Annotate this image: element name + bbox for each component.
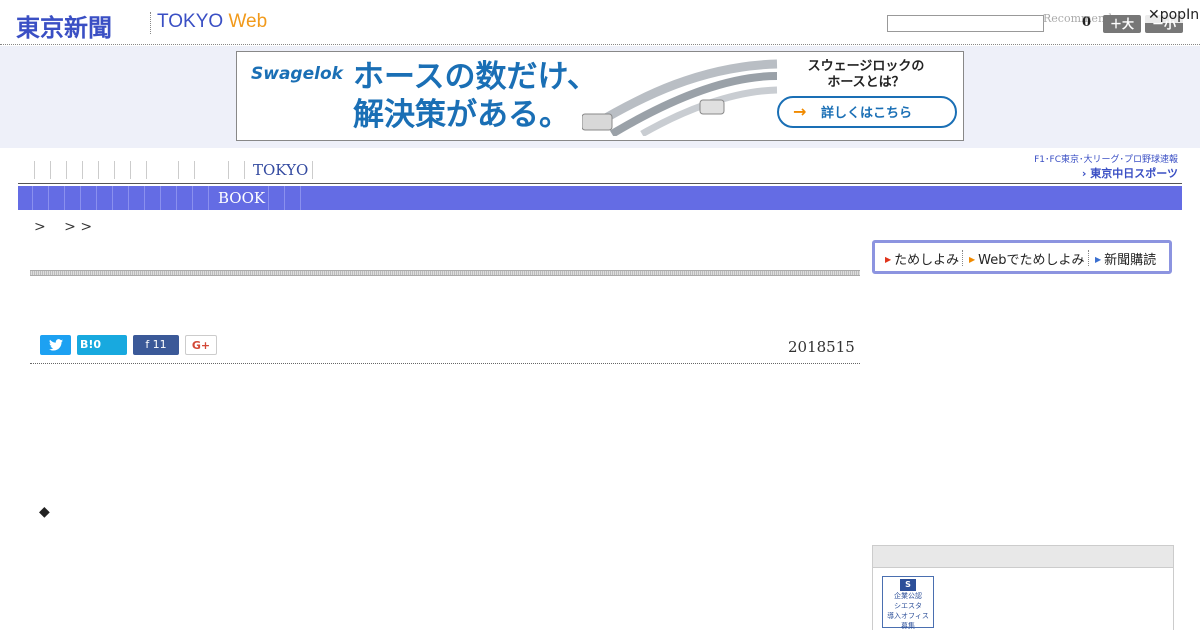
twitter-icon xyxy=(48,339,63,351)
banner-ad[interactable]: Swagelok ホースの数だけ、 解決策がある。 スウェージロックの ホースと… xyxy=(236,51,964,141)
triangle-right-icon: ▶ xyxy=(969,255,976,264)
subnav-item[interactable] xyxy=(160,186,161,210)
triangle-right-icon: ▶ xyxy=(885,255,892,264)
logo-separator xyxy=(150,12,151,34)
article-date: 2018515 xyxy=(788,338,855,356)
siesta-logo-icon: S xyxy=(900,579,916,591)
ad-details-button[interactable]: → 詳しくはこちら xyxy=(777,96,957,128)
ad-headline: ホースの数だけ、 解決策がある。 xyxy=(353,58,598,134)
ad-question-line2: ホースとは？ xyxy=(827,75,905,90)
twitter-share-button[interactable] xyxy=(40,335,71,355)
panel-header xyxy=(873,546,1173,568)
subnav-item[interactable] xyxy=(96,186,97,210)
breadcrumb[interactable]: > > > xyxy=(34,216,92,236)
subscribe-label: 新聞購読 xyxy=(1104,253,1157,268)
nav-item[interactable] xyxy=(34,161,35,179)
recommend-label: Recommend xyxy=(1043,12,1113,25)
hatena-bookmark-button[interactable]: B!0 xyxy=(77,335,127,355)
nav-item[interactable] xyxy=(66,161,67,179)
ad-headline-line1: ホースの数だけ、 xyxy=(353,59,598,95)
subnav-item[interactable] xyxy=(268,186,269,210)
nav-item-tokyo[interactable]: TOKYO xyxy=(253,161,308,179)
trial-read-link[interactable]: ▶ ためしよみ xyxy=(885,249,959,268)
nav-item[interactable] xyxy=(98,161,99,179)
tokyo-web-logo[interactable]: TOKYO Web xyxy=(157,11,267,33)
subnav-item[interactable] xyxy=(32,186,33,210)
hose-image xyxy=(582,59,778,136)
chunichi-logo: › 東京中日スポーツ xyxy=(1081,167,1178,180)
banner-text-4: 募集 xyxy=(901,622,915,630)
title-divider xyxy=(30,270,860,276)
ad-brand-logo: Swagelok xyxy=(251,64,343,84)
font-large-button[interactable]: ＋大 xyxy=(1103,15,1141,33)
triangle-right-icon: ▶ xyxy=(1095,255,1102,264)
nav-item[interactable] xyxy=(130,161,131,179)
google-plus-share-button[interactable]: G+ xyxy=(185,335,217,355)
ad-question-line1: スウェージロックの xyxy=(807,59,925,74)
ad-question: スウェージロックの ホースとは？ xyxy=(802,59,930,91)
nav-item[interactable] xyxy=(312,161,313,179)
subnav-item[interactable] xyxy=(128,186,129,210)
banner-text-2: シエスタ xyxy=(894,602,922,610)
recommend-count: 0 xyxy=(1082,15,1092,30)
nav-item[interactable] xyxy=(50,161,51,179)
siesta-office-banner[interactable]: S 企業公認 シエスタ 導入オフィス 募集 xyxy=(882,576,934,630)
nav-item[interactable] xyxy=(244,161,245,179)
nav-item[interactable] xyxy=(114,161,115,179)
sidebar-panel: S 企業公認 シエスタ 導入オフィス 募集 xyxy=(872,545,1174,630)
subnav-item[interactable] xyxy=(80,186,81,210)
trial-links-box: ▶ ためしよみ ▶ Webでためしよみ ▶ 新聞購読 xyxy=(872,240,1172,274)
nav-item[interactable] xyxy=(146,161,147,179)
category-nav xyxy=(18,158,1182,184)
logo-web-text: Web xyxy=(228,11,268,32)
web-trial-read-link[interactable]: ▶ Webでためしよみ xyxy=(969,249,1085,268)
nav-item[interactable] xyxy=(194,161,195,179)
link-separator xyxy=(1088,250,1089,266)
subnav-item[interactable] xyxy=(284,186,285,210)
chunichi-sports-link[interactable]: F1･FC東京･大リーグ･プロ野球速報 › 東京中日スポーツ xyxy=(1026,152,1178,181)
nav-item[interactable] xyxy=(228,161,229,179)
popin-close-button[interactable]: ✕popIn xyxy=(1145,7,1200,23)
site-header: 東京新聞 TOKYO Web Recommend 0 ＋大 －小 ✕popIn xyxy=(0,0,1200,45)
subnav-item[interactable] xyxy=(192,186,193,210)
diamond-bullet-icon: ◆ xyxy=(39,504,50,520)
nav-item[interactable] xyxy=(82,161,83,179)
sub-nav-bar xyxy=(18,186,1182,210)
subnav-item[interactable] xyxy=(300,186,301,210)
subscribe-link[interactable]: ▶ 新聞購読 xyxy=(1095,249,1156,268)
subnav-item[interactable] xyxy=(112,186,113,210)
link-separator xyxy=(962,250,963,266)
logo-tokyo-text: TOKYO xyxy=(157,11,224,32)
subnav-item[interactable] xyxy=(144,186,145,210)
banner-text-3: 導入オフィス xyxy=(887,612,929,620)
chunichi-tagline: F1･FC東京･大リーグ･プロ野球速報 xyxy=(1034,155,1178,165)
subnav-item-book[interactable]: BOOK xyxy=(218,189,265,207)
subnav-item[interactable] xyxy=(208,186,209,210)
trial-read-label: ためしよみ xyxy=(894,253,960,268)
nav-item[interactable] xyxy=(178,161,179,179)
subnav-item[interactable] xyxy=(64,186,65,210)
subnav-item[interactable] xyxy=(48,186,49,210)
share-divider xyxy=(30,363,860,364)
subnav-item[interactable] xyxy=(176,186,177,210)
search-input[interactable] xyxy=(887,15,1044,32)
arrow-right-icon: → xyxy=(793,102,807,121)
ad-cta-label: 詳しくはこちら xyxy=(820,106,912,121)
ad-headline-line2: 解決策がある。 xyxy=(353,97,570,133)
banner-text-1: 企業公認 xyxy=(894,592,922,600)
web-trial-read-label: Webでためしよみ xyxy=(978,253,1085,268)
facebook-share-button[interactable]: f 11 xyxy=(133,335,179,355)
site-logo[interactable]: 東京新聞 xyxy=(16,8,112,43)
